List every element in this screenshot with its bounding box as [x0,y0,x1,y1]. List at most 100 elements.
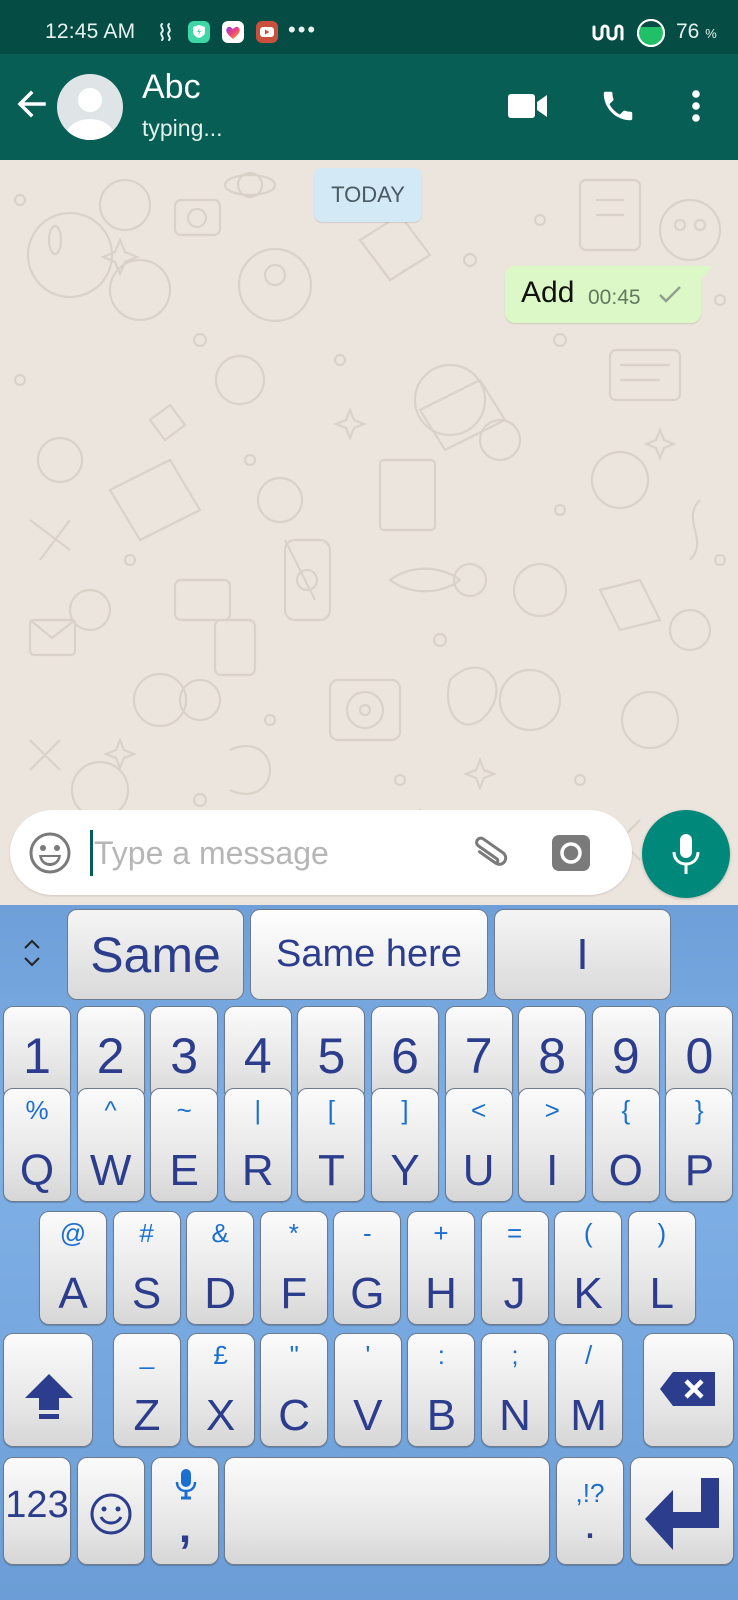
video-call-button[interactable] [504,82,552,130]
back-arrow-icon[interactable] [14,86,50,122]
voice-input-icon [175,1469,197,1500]
status-bar: 12:45 AM ••• 76 % [0,0,738,54]
key-3[interactable]: 3 [150,1006,219,1100]
backspace-icon [660,1372,715,1406]
message-bubble-outgoing[interactable]: Add 00:45 [505,266,713,323]
key-label: 9 [611,1028,640,1084]
period-key[interactable]: ,!?. [556,1457,624,1565]
key-x[interactable]: £ X [186,1333,255,1447]
key-i[interactable]: > I [518,1088,587,1202]
camera-icon[interactable] [551,833,591,873]
key-label: W [89,1146,132,1195]
suggestion-2[interactable]: Same here [250,909,488,1000]
key-g[interactable]: -G [333,1211,402,1325]
key-n[interactable]: ; N [481,1333,549,1447]
key-label: A [58,1269,88,1318]
key-q[interactable]: % Q [3,1088,71,1202]
suggestion-1[interactable]: Same [67,909,244,1000]
shift-key[interactable] [3,1333,93,1447]
key-alt-label: £ [213,1340,228,1370]
key-label: T [317,1146,345,1195]
contact-name[interactable]: Abc [142,68,201,107]
voice-record-button[interactable] [642,810,730,898]
key-r[interactable]: | R [223,1088,292,1202]
key-label: I [546,1146,559,1195]
suggestion-3[interactable]: I [494,909,671,1000]
key-c[interactable]: " C [260,1333,329,1447]
key-v[interactable]: ' V [333,1333,402,1447]
key-1[interactable]: 1 [3,1006,71,1100]
key-alt-label: ^ [104,1095,117,1125]
emoji-icon[interactable] [27,830,73,876]
key-l[interactable]: ) L [627,1211,696,1325]
key-2[interactable]: 2 [76,1006,145,1100]
symbols-key[interactable]: 123 [3,1457,71,1565]
key-label: P [684,1146,715,1195]
key-5[interactable]: 5 [297,1006,366,1100]
video-camera-icon [508,94,547,118]
key-alt-label: ) [657,1218,667,1248]
key-label: K [573,1269,603,1318]
space-key[interactable] [224,1457,550,1565]
key-d[interactable]: & D [186,1211,255,1325]
single-check-icon [659,286,681,303]
key-k[interactable]: (K [554,1211,623,1325]
key-w[interactable]: ^ W [76,1088,145,1202]
chat-header: Abc typing... [0,54,738,160]
key-8[interactable]: 8 [518,1006,587,1100]
chat-area[interactable]: TODAY Add 00:45 [0,160,738,905]
emoji-key[interactable] [77,1457,145,1565]
key-label: Y [390,1146,420,1195]
key-label: 7 [464,1028,493,1084]
message-input[interactable] [94,828,454,878]
battery-icon [637,19,665,47]
key-s[interactable]: # S [112,1211,181,1325]
key-label: . [583,1499,597,1548]
key-j[interactable]: = J [480,1211,549,1325]
key-h[interactable]: + H [407,1211,475,1325]
microphone-icon [672,834,700,874]
key-u[interactable]: < U [444,1088,513,1202]
key-label: R [241,1146,274,1195]
key-alt-label: & [211,1218,229,1248]
key-a[interactable]: @ A [39,1211,107,1325]
key-o[interactable]: {O [591,1088,660,1202]
key-e[interactable]: ~ E [150,1088,219,1202]
key-0[interactable]: 0 [665,1006,734,1100]
key-label: G [350,1269,385,1318]
enter-key[interactable] [630,1457,734,1565]
key-p[interactable]: } P [665,1088,734,1202]
key-7[interactable]: 7 [444,1006,513,1100]
key-y[interactable]: ] Y [371,1088,439,1202]
key-label: Z [133,1391,161,1440]
key-z[interactable]: _ Z [113,1333,181,1447]
key-label: U [462,1146,495,1195]
more-options-button[interactable] [678,82,714,130]
comma-key[interactable]: , [151,1457,219,1565]
suggestion-expand-icon[interactable] [18,935,46,971]
key-label: H [425,1269,457,1318]
key-9[interactable]: 9 [591,1006,660,1100]
key-m[interactable]: / M [554,1333,623,1447]
bubble-tail [699,266,713,282]
key-t[interactable]: [T [297,1088,366,1202]
emoji-smiley-icon [90,1493,132,1535]
paperclip-icon[interactable] [466,830,514,878]
key-label: 0 [685,1028,714,1084]
network-signal-icon [592,24,624,41]
key-alt-label: ] [401,1095,409,1125]
key-alt-label: = [507,1218,523,1248]
key-6[interactable]: 6 [371,1006,439,1100]
backspace-key[interactable] [643,1333,734,1447]
key-label: F [280,1269,308,1318]
key-4[interactable]: 4 [223,1006,292,1100]
key-label: 5 [317,1028,346,1084]
key-f[interactable]: * F [259,1211,328,1325]
message-time: 00:45 [588,286,641,309]
voice-call-button[interactable] [594,82,642,130]
key-label: D [204,1269,237,1318]
key-label: M [570,1391,607,1440]
key-b[interactable]: :B [407,1333,476,1447]
contact-status: typing... [142,115,223,141]
contact-avatar[interactable] [57,74,123,140]
